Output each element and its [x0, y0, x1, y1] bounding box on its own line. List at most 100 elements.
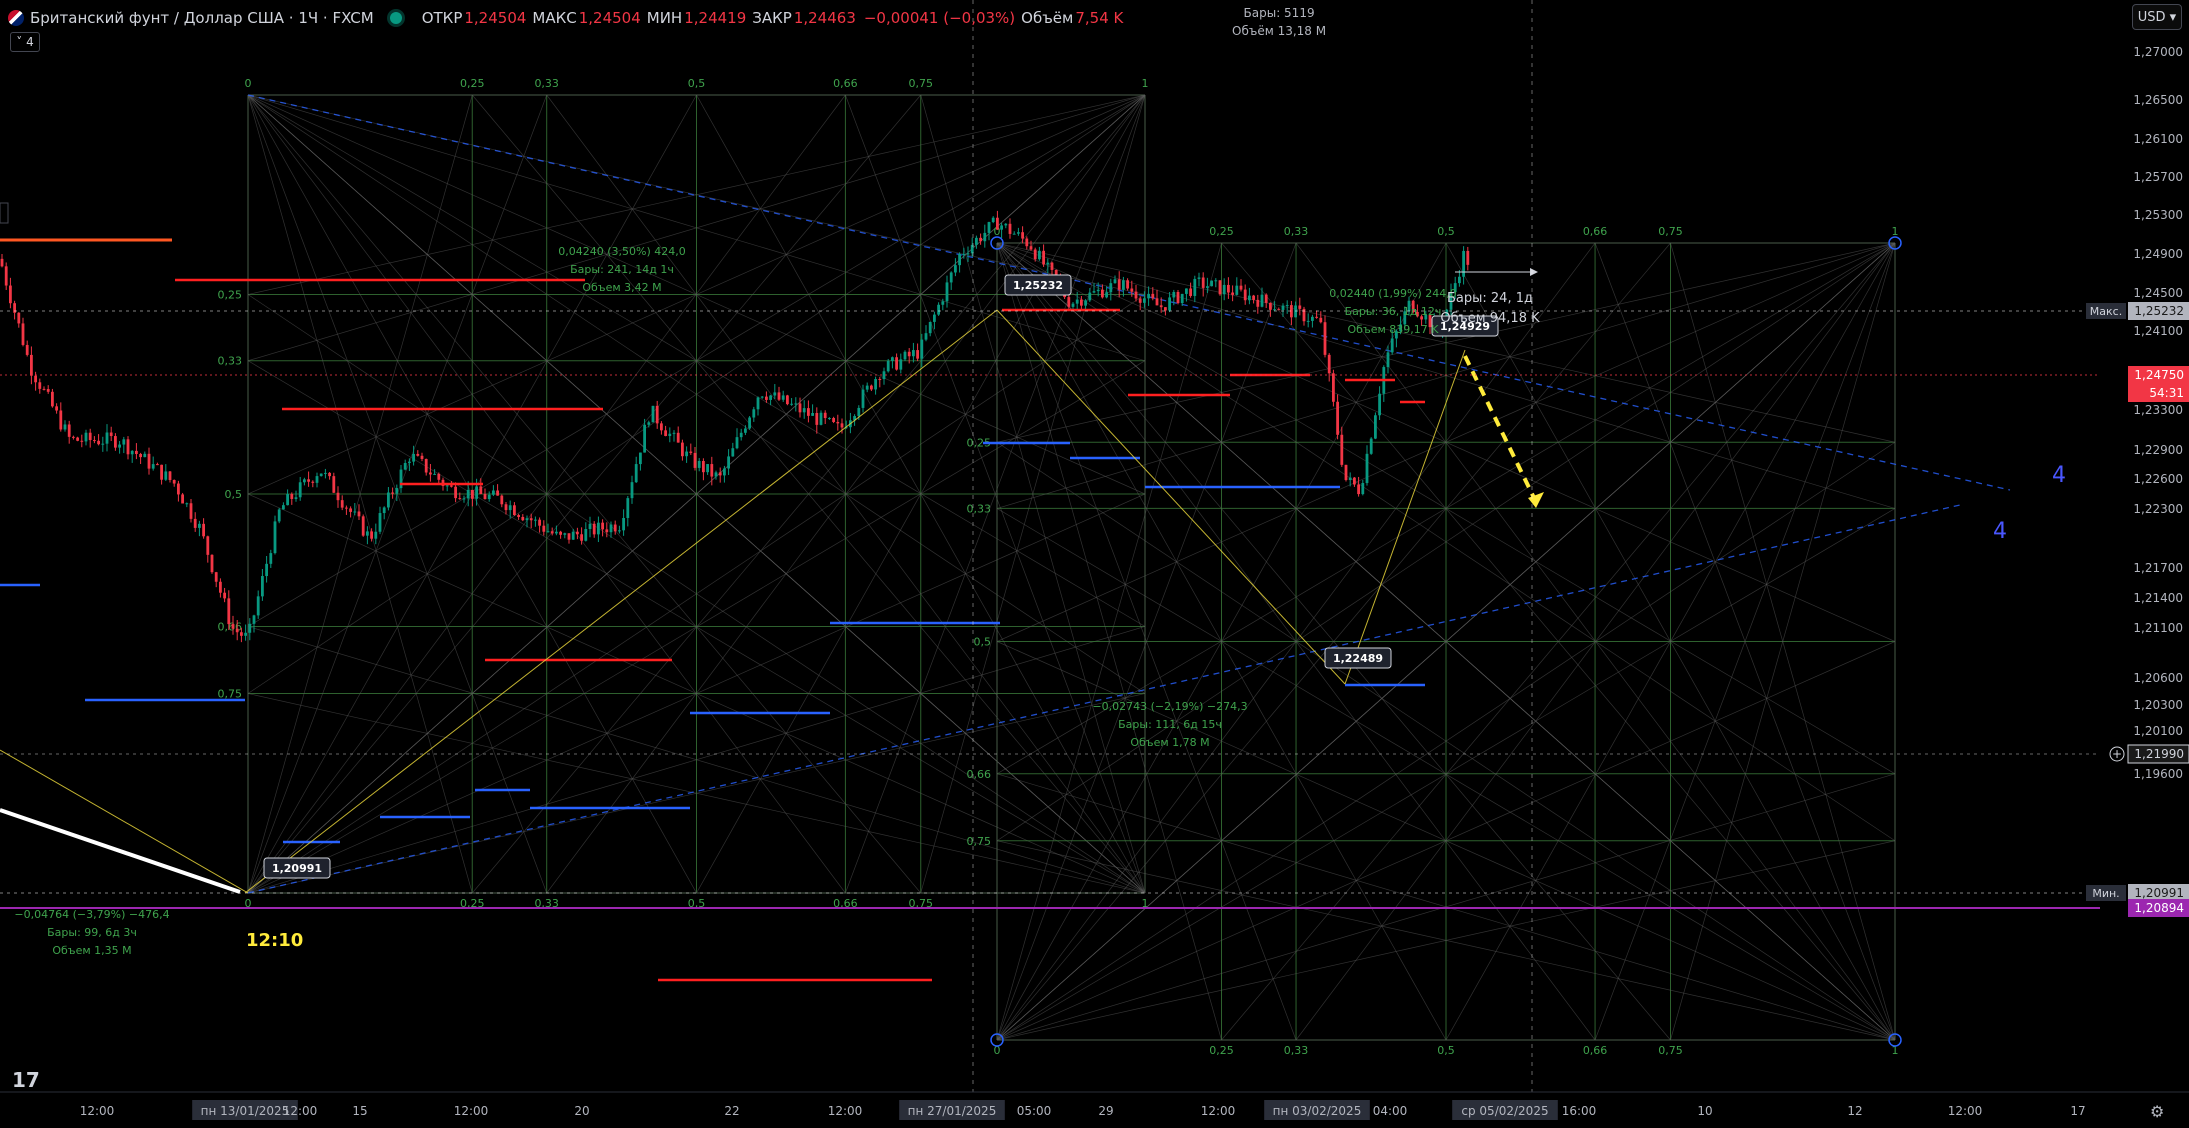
- candle-body: [412, 453, 415, 462]
- candle-body: [962, 253, 966, 255]
- candle-body: [1122, 280, 1125, 290]
- candle-body: [613, 524, 617, 532]
- candle-body: [1050, 262, 1054, 270]
- measure-2-a: −0,02743 (−2,19%) −274,3: [1092, 700, 1247, 713]
- projection-bars: Бары: 24, 1д: [1447, 291, 1533, 306]
- candle-body: [899, 359, 903, 370]
- low-value: 1,24419: [684, 9, 747, 27]
- time-axis-label: ср 05/02/2025: [1461, 1104, 1548, 1118]
- time-axis-label: 16:00: [1562, 1104, 1597, 1118]
- candle-body: [450, 485, 453, 487]
- candle-body: [765, 396, 768, 400]
- candle-body: [471, 489, 474, 499]
- candle-body: [1357, 484, 1360, 495]
- measure-4-c: Объем 1,35 M: [52, 944, 131, 957]
- candle-body: [815, 413, 819, 425]
- candle-body: [500, 495, 504, 505]
- candle-body: [1185, 288, 1188, 294]
- tradingview-logo-icon[interactable]: 17: [12, 1068, 40, 1092]
- measure-3-c: Объем 839,17 K: [1348, 323, 1440, 336]
- candle-body: [315, 476, 319, 483]
- candle-body: [357, 511, 361, 517]
- candle-body: [38, 382, 42, 389]
- candle-body: [76, 437, 79, 441]
- candle-body: [403, 462, 407, 470]
- candle-body: [277, 509, 281, 522]
- candle-body: [151, 464, 155, 469]
- candle-body: [857, 407, 861, 417]
- candle-body: [1134, 291, 1138, 299]
- candle-body: [756, 397, 760, 410]
- market-open-dot-icon: [389, 12, 402, 24]
- symbol-title[interactable]: Британский фунт / Доллар США · 1Ч · FXCM: [30, 9, 374, 27]
- settings-gear-icon[interactable]: ⚙: [2150, 1102, 2164, 1121]
- candle-body: [1138, 298, 1142, 303]
- candle-body: [1042, 250, 1045, 265]
- currency-button[interactable]: USD ▾: [2132, 4, 2182, 30]
- candle-body: [416, 453, 420, 456]
- candle-body: [361, 516, 365, 536]
- candle-body: [4, 266, 8, 286]
- gann-box-2-side-label: 0,75: [967, 835, 992, 848]
- candle-body: [802, 408, 806, 413]
- gann-box-2-top-label: 1: [1892, 225, 1899, 238]
- candle-body: [63, 424, 67, 430]
- candle-body: [1390, 338, 1394, 353]
- candle-body: [534, 519, 537, 521]
- candle-body: [689, 451, 693, 453]
- price-tag-value: 1,20894: [2134, 901, 2184, 915]
- candle-body: [1189, 288, 1192, 296]
- candle-body: [25, 344, 29, 355]
- candle-body: [307, 479, 310, 482]
- candle-body: [769, 395, 772, 400]
- symbol-header[interactable]: Британский фунт / Доллар США · 1Ч · FXCM…: [8, 6, 1123, 30]
- candle-body: [555, 531, 558, 534]
- candle-body: [1147, 293, 1150, 299]
- price-chart[interactable]: 0 0,25 0,33 0,5 0,66 0,75 10 0,25 0,33 0,5 0,66 0,7…: [0, 0, 2189, 1128]
- candle-body: [987, 222, 991, 233]
- candle-body: [693, 452, 697, 468]
- candle-body: [958, 253, 961, 266]
- candle-body: [105, 432, 109, 444]
- candle-body: [895, 357, 898, 370]
- candle-body: [1264, 294, 1268, 303]
- candle-body: [391, 492, 394, 494]
- candle-body: [878, 379, 882, 381]
- candle-body: [458, 498, 462, 500]
- candle-body: [643, 424, 646, 453]
- gann-box-2-bot-label: 0,25: [1209, 1044, 1234, 1057]
- candle-body: [567, 533, 571, 540]
- low-label-1-text: 1,20991: [272, 862, 322, 875]
- gann-box-1-top-label: 1: [1142, 77, 1149, 90]
- candle-body: [1243, 289, 1247, 301]
- measure-4-a: −0,04764 (−3,79%) −476,4: [14, 908, 169, 921]
- candle-body: [891, 357, 894, 361]
- candle-body: [340, 500, 344, 508]
- candle-body: [597, 522, 600, 535]
- price-axis-tick: 1,19600: [2133, 767, 2183, 781]
- candle-body: [311, 481, 315, 483]
- measure-1-b: Бары: 241, 14д 1ч: [570, 263, 674, 276]
- candle-body: [601, 522, 604, 530]
- candle-body: [370, 531, 373, 539]
- candle-body: [618, 530, 621, 532]
- candle-body: [261, 576, 264, 597]
- candle-body: [1353, 477, 1356, 485]
- measure-1-a: 0,04240 (3,50%) 424,0: [558, 245, 686, 258]
- candle-body: [1075, 299, 1079, 304]
- time-axis-label: 12:00: [454, 1104, 489, 1118]
- candle-body: [210, 554, 214, 573]
- candle-body: [1348, 477, 1352, 481]
- candle-body: [504, 504, 508, 511]
- candle-body: [475, 486, 478, 499]
- candle-body: [1369, 438, 1373, 454]
- candle-body: [219, 581, 222, 593]
- indicators-toggle-button[interactable]: ˅ 4: [10, 32, 40, 52]
- time-axis-label: 04:00: [1373, 1104, 1408, 1118]
- open-label: ОТКР: [421, 9, 463, 27]
- candle-body: [912, 350, 915, 357]
- candle-body: [920, 339, 924, 359]
- candle-body: [1311, 316, 1314, 321]
- price-tag: 1,25232 Макс.: [2086, 302, 2189, 320]
- candle-body: [193, 518, 197, 528]
